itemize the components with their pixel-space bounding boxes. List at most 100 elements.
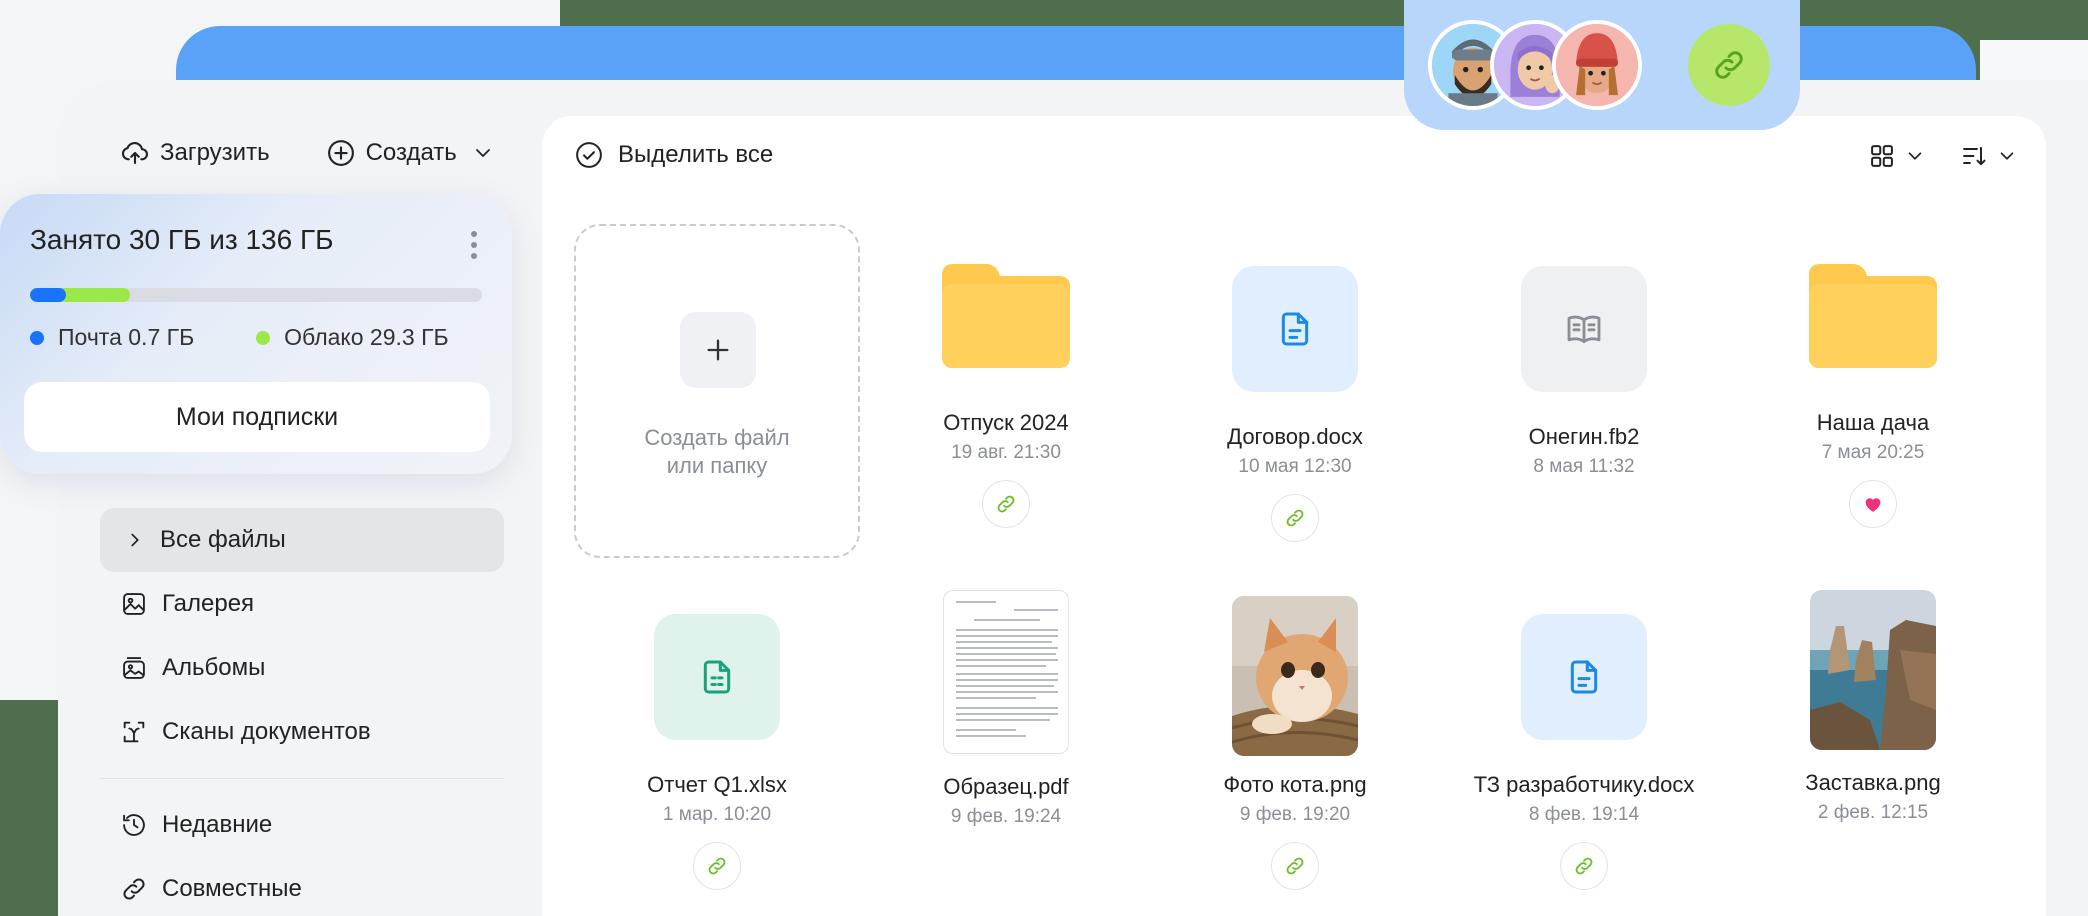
link-icon	[1575, 857, 1593, 875]
file-date: 8 фев. 19:14	[1528, 804, 1640, 825]
upload-label: Загрузить	[160, 139, 270, 166]
sidebar-item-recent[interactable]: Недавние	[100, 793, 504, 857]
plus-circle-icon	[327, 140, 354, 166]
sidebar-item-label: Сканы документов	[162, 718, 371, 745]
file-name: Фото кота.png	[1223, 772, 1367, 797]
create-tile-line2: или папку	[666, 453, 768, 478]
create-button[interactable]: Создать	[326, 138, 495, 168]
collaborators-panel	[1404, 0, 1800, 130]
legend-cloud: Облако 29.3 ГБ	[256, 324, 449, 351]
file-date: 1 мар. 10:20	[662, 804, 772, 825]
link-icon	[997, 495, 1015, 513]
file-name: Заставка.png	[1805, 770, 1941, 795]
cloud-dot-icon	[256, 330, 271, 345]
nav-divider	[100, 778, 504, 779]
file-date: 19 авг. 21:30	[951, 442, 1061, 463]
sidebar-item-all-files[interactable]: Все файлы	[100, 508, 504, 572]
create-label: Создать	[365, 139, 457, 166]
file-item-contract-docx[interactable]: Договор.docx 10 мая 12:30	[1150, 266, 1440, 542]
sidebar-toolbar: Загрузить Создать	[120, 138, 495, 168]
avatar[interactable]	[1552, 20, 1642, 110]
sort-dropdown[interactable]	[1960, 142, 2018, 170]
link-icon	[708, 857, 726, 875]
file-date: 2 фев. 12:15	[1817, 802, 1929, 823]
link-icon	[123, 878, 145, 900]
check-circle-icon	[576, 142, 602, 168]
create-file-or-folder-tile[interactable]: Создать файл или папку	[574, 224, 860, 558]
doc-tile	[1521, 614, 1647, 740]
file-item-vacation-folder[interactable]: Отпуск 2024 19 авг. 21:30	[861, 264, 1151, 528]
storage-card: Занято 30 ГБ из 136 ГБ Почта 0.7 ГБ Обла…	[0, 194, 512, 474]
chevron-down-icon	[475, 149, 490, 157]
doc-tile	[1232, 266, 1358, 392]
create-tile-label: Создать файл или папку	[576, 424, 858, 480]
shared-link-badge[interactable]	[982, 480, 1030, 528]
file-name: Онегин.fb2	[1528, 424, 1640, 449]
document-icon	[1281, 312, 1309, 346]
cat-photo-thumbnail	[1232, 596, 1358, 756]
file-item-onegin-fb2[interactable]: Онегин.fb2 8 мая 11:32	[1439, 266, 1729, 478]
folder-icon	[942, 264, 1070, 368]
file-item-spec-docx[interactable]: ТЗ разработчику.docx 8 фев. 19:14	[1439, 614, 1729, 890]
shared-link-badge[interactable]	[1271, 842, 1319, 890]
subscriptions-button[interactable]: Мои подписки	[24, 382, 490, 452]
file-name: Договор.docx	[1227, 424, 1363, 449]
cloud-upload-icon	[121, 141, 148, 165]
legend-mail-label: Почта 0.7 ГБ	[58, 324, 195, 350]
file-item-wallpaper-photo[interactable]: Заставка.png 2 фев. 12:15	[1728, 590, 2018, 824]
spreadsheet-icon	[703, 660, 731, 694]
plus-button[interactable]	[680, 312, 756, 388]
chevron-right-icon	[131, 533, 139, 547]
storage-progress-bar	[30, 288, 482, 302]
file-item-sample-pdf[interactable]: Образец.pdf 9 фев. 19:24	[861, 590, 1151, 828]
sidebar-item-label: Галерея	[162, 590, 255, 617]
legend-cloud-label: Облако 29.3 ГБ	[284, 324, 449, 350]
link-icon	[1286, 857, 1304, 875]
favorite-badge[interactable]	[1849, 480, 1897, 528]
file-browser: Выделить все Создать файл или папку Отпу…	[542, 116, 2046, 916]
image-icon	[123, 593, 145, 615]
sheet-tile	[654, 614, 780, 740]
sidebar-item-gallery[interactable]: Галерея	[100, 572, 504, 636]
document-icon	[1570, 660, 1598, 694]
file-name: Отчет Q1.xlsx	[647, 772, 787, 797]
sea-photo-thumbnail	[1810, 590, 1936, 750]
file-date: 7 мая 20:25	[1821, 442, 1925, 463]
legend-mail: Почта 0.7 ГБ	[30, 324, 194, 351]
plus-icon	[707, 339, 729, 361]
share-link-button[interactable]	[1688, 24, 1770, 106]
select-all-button[interactable]: Выделить все	[574, 140, 773, 170]
sort-icon	[1963, 146, 1986, 166]
shared-link-badge[interactable]	[1271, 494, 1319, 542]
scan-document-icon	[123, 721, 145, 743]
sidebar-item-label: Все файлы	[160, 526, 286, 553]
link-icon	[1715, 51, 1743, 79]
heart-icon	[1865, 498, 1881, 512]
sidebar-item-scans[interactable]: Сканы документов	[100, 700, 504, 764]
link-icon	[1286, 509, 1304, 527]
file-item-report-xlsx[interactable]: Отчет Q1.xlsx 1 мар. 10:20	[572, 614, 862, 890]
file-item-cat-photo[interactable]: Фото кота.png 9 фев. 19:20	[1150, 596, 1440, 890]
more-vertical-icon[interactable]	[470, 230, 478, 260]
pdf-preview	[943, 590, 1069, 754]
mail-usage-fill	[30, 288, 66, 302]
file-name: ТЗ разработчику.docx	[1473, 772, 1695, 797]
file-date: 10 мая 12:30	[1238, 456, 1352, 477]
sidebar-item-albums[interactable]: Альбомы	[100, 636, 504, 700]
storage-title: Занято 30 ГБ из 136 ГБ	[30, 224, 334, 255]
albums-icon	[123, 657, 145, 679]
open-book-icon	[1567, 315, 1601, 343]
file-item-dacha-folder[interactable]: Наша дача 7 мая 20:25	[1728, 264, 2018, 528]
shared-link-badge[interactable]	[1560, 842, 1608, 890]
file-date: 8 мая 11:32	[1533, 456, 1635, 477]
sidebar-item-label: Совместные	[162, 875, 302, 902]
user-avatar-3-icon	[1556, 24, 1638, 106]
sidebar-item-shared[interactable]: Совместные	[100, 857, 504, 916]
storage-legend: Почта 0.7 ГБ Облако 29.3 ГБ	[30, 324, 449, 351]
file-date: 9 фев. 19:20	[1239, 804, 1351, 825]
sidebar-item-label: Недавние	[162, 811, 273, 838]
view-mode-dropdown[interactable]	[1868, 142, 1926, 170]
upload-button[interactable]: Загрузить	[120, 138, 270, 168]
folder-icon	[1809, 264, 1937, 368]
shared-link-badge[interactable]	[693, 842, 741, 890]
